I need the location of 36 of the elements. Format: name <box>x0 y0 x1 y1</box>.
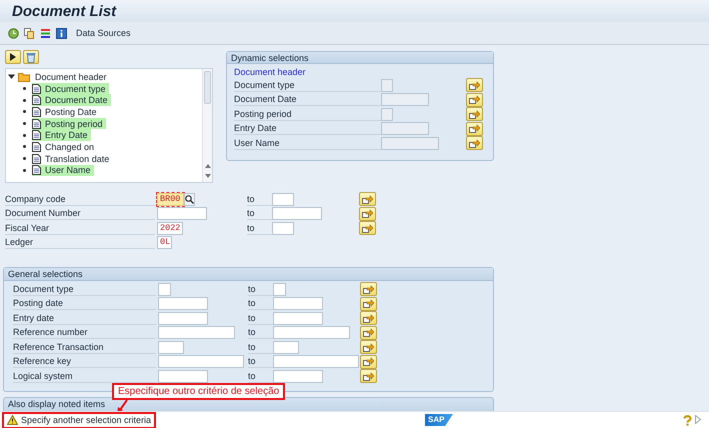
field-label: Reference Transaction <box>13 340 156 354</box>
field-label: Posting date <box>13 297 156 310</box>
field-label: Reference number <box>13 326 156 340</box>
annotation-callout: Especifique outro critério de seleção <box>112 383 286 400</box>
tree-item[interactable]: Entry Date <box>32 129 91 142</box>
tree-item[interactable]: User Name <box>32 164 94 176</box>
tree-item[interactable]: Document Date <box>32 94 111 106</box>
group-heading: Document header <box>233 66 307 78</box>
field-label: Reference key <box>13 355 156 368</box>
input-field[interactable]: 0L <box>157 236 172 250</box>
tree-item[interactable]: Translation date <box>32 152 112 164</box>
status-message: Specify another selection criteria <box>2 412 156 428</box>
field-label: Document Date <box>234 93 381 106</box>
field-label: Posting period <box>234 108 381 121</box>
input-field[interactable]: 2022 <box>157 222 183 235</box>
tree-item[interactable]: Posting Date <box>32 106 100 118</box>
window-title: Document List <box>12 3 116 20</box>
field-label: Company code <box>5 192 155 206</box>
tree-node[interactable]: Document header <box>33 72 109 82</box>
field-label: Document type <box>13 282 156 296</box>
input-field[interactable]: BR00 <box>157 192 184 206</box>
tree-item[interactable]: Document type <box>32 82 109 94</box>
logo: SAP <box>425 414 453 426</box>
panel-title: General selections <box>4 268 493 281</box>
tree-item[interactable]: Posting period <box>32 118 106 130</box>
field-label: User Name <box>234 136 381 150</box>
field-label: Fiscal Year <box>5 222 155 235</box>
field-label: Document Number <box>5 207 155 220</box>
data-sources-button[interactable]: Data Sources <box>76 28 131 38</box>
field-label: Ledger <box>5 236 155 250</box>
field-label: Document type <box>234 78 381 92</box>
panel-title: Also display noted items <box>8 399 106 409</box>
field-label: Entry date <box>13 312 156 325</box>
panel-title: Dynamic selections <box>227 52 493 64</box>
field-label: Entry Date <box>234 122 381 136</box>
tree-item[interactable]: Changed on <box>32 141 98 153</box>
